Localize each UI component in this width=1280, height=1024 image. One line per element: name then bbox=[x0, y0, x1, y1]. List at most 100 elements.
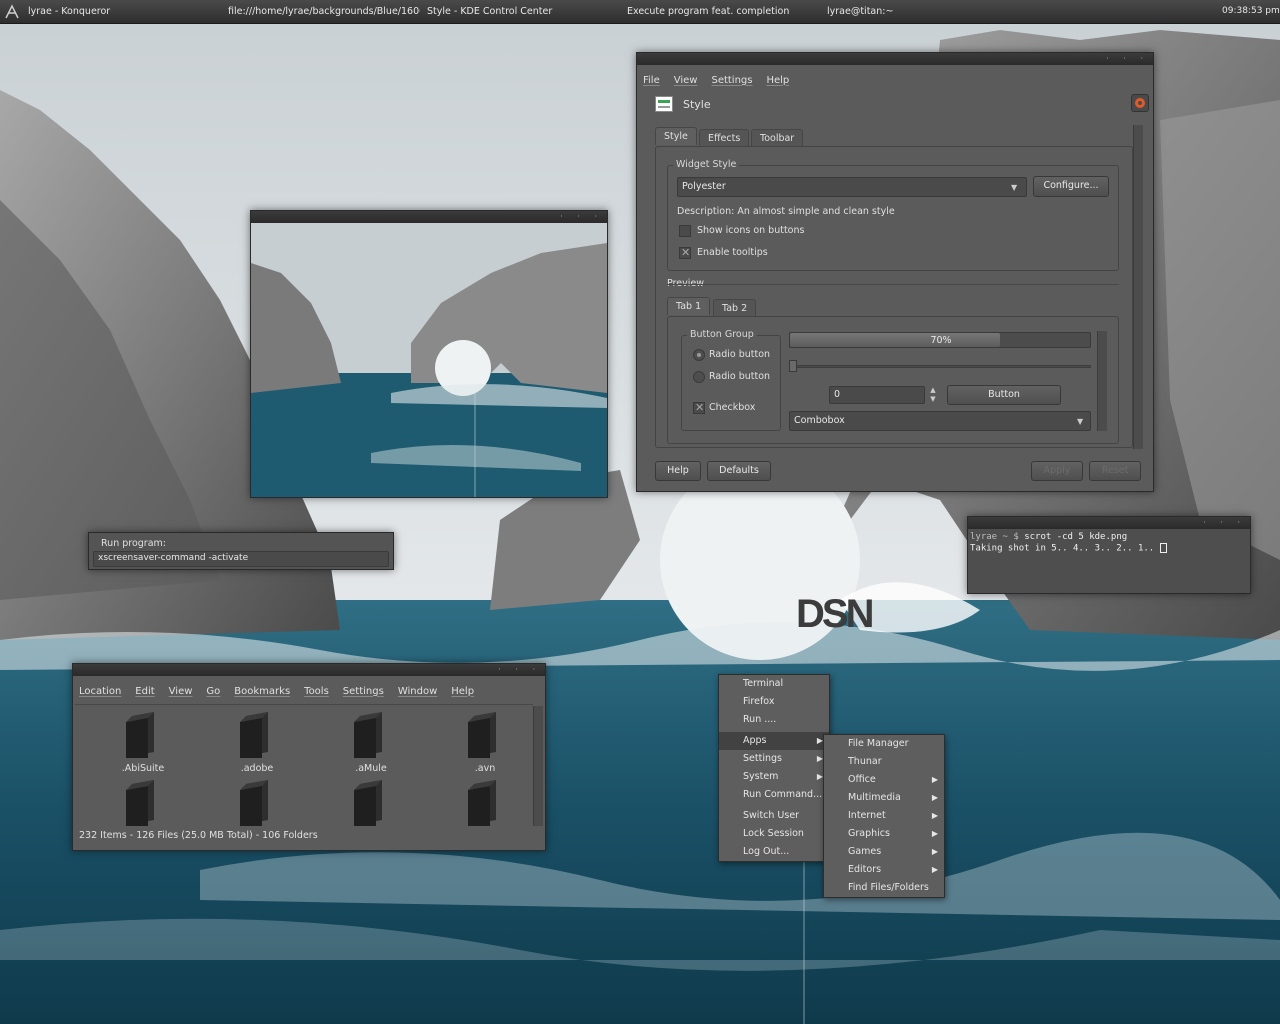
run-program-input[interactable]: xscreensaver-command -activate bbox=[93, 551, 389, 567]
menu-bookmarks[interactable]: Bookmarks bbox=[234, 686, 290, 697]
task-kde-control-center[interactable]: Style - KDE Control Center bbox=[427, 6, 617, 17]
menu-item-label: Firefox bbox=[743, 696, 775, 707]
menu-view[interactable]: View bbox=[169, 686, 193, 697]
preview-checkbox[interactable] bbox=[693, 401, 705, 414]
module-scrollbar[interactable] bbox=[1133, 125, 1143, 449]
kde-start-icon[interactable] bbox=[4, 4, 20, 20]
apps-menu-item-office[interactable]: Office ▶ bbox=[824, 771, 944, 789]
preview-checkbox-label[interactable]: Checkbox bbox=[709, 402, 755, 413]
menubar: File View Settings Help bbox=[637, 71, 1153, 89]
image-viewer-titlebar[interactable]: · · · bbox=[251, 211, 607, 223]
preview-tab-1[interactable]: Tab 1 bbox=[667, 297, 711, 315]
root-menu-item-firefox[interactable]: Firefox bbox=[719, 693, 829, 711]
preview-combobox[interactable]: Combobox bbox=[789, 411, 1091, 431]
folder-icon bbox=[240, 712, 268, 758]
menu-settings[interactable]: Settings bbox=[711, 75, 752, 86]
module-title: Style bbox=[683, 98, 711, 111]
root-menu-item-run-command[interactable]: Run Command... bbox=[719, 786, 829, 804]
menu-window[interactable]: Window bbox=[398, 686, 437, 697]
menu-item-label: Log Out... bbox=[743, 846, 790, 857]
root-menu-item-system[interactable]: System ▶ bbox=[719, 768, 829, 786]
konqueror-titlebar[interactable]: · · · bbox=[73, 664, 545, 676]
configure-button[interactable]: Configure... bbox=[1033, 176, 1109, 197]
folder-item[interactable] bbox=[455, 780, 515, 831]
folder-icon bbox=[468, 712, 496, 758]
root-menu-item-apps[interactable]: Apps ▶ bbox=[719, 732, 829, 750]
task-image-viewer[interactable]: file:///home/lyrae/backgrounds/Blue/1600… bbox=[228, 6, 420, 17]
show-icons-label[interactable]: Show icons on buttons bbox=[697, 225, 804, 236]
apps-menu-item-editors[interactable]: Editors ▶ bbox=[824, 861, 944, 879]
kde-control-center-window: · · · File View Settings Help Style Styl… bbox=[636, 52, 1154, 492]
menu-item-label: Apps bbox=[743, 735, 767, 746]
task-konqueror[interactable]: lyrae - Konqueror bbox=[28, 6, 208, 17]
defaults-button[interactable]: Defaults bbox=[707, 461, 771, 481]
menu-item-label: File Manager bbox=[848, 738, 909, 749]
spinbox-arrows[interactable]: ▲ ▼ bbox=[927, 386, 939, 404]
folder-item[interactable] bbox=[227, 780, 287, 831]
apps-menu-item-internet[interactable]: Internet ▶ bbox=[824, 807, 944, 825]
menu-tools[interactable]: Tools bbox=[304, 686, 329, 697]
menu-file[interactable]: File bbox=[643, 75, 660, 86]
enable-tooltips-checkbox[interactable] bbox=[679, 246, 691, 259]
menu-location[interactable]: Location bbox=[79, 686, 121, 697]
preview-scrollbar[interactable] bbox=[1097, 331, 1107, 431]
folder-item[interactable] bbox=[113, 780, 173, 831]
folder-item[interactable]: .adobe bbox=[227, 712, 287, 774]
root-menu-item-log-out[interactable]: Log Out... bbox=[719, 843, 829, 861]
root-menu-item-terminal[interactable]: Terminal bbox=[719, 675, 829, 693]
titlebar[interactable]: · · · bbox=[637, 53, 1153, 65]
konqueror-scrollbar[interactable] bbox=[533, 706, 543, 826]
root-menu-item-settings[interactable]: Settings ▶ bbox=[719, 750, 829, 768]
task-terminal[interactable]: lyrae@titan:~ bbox=[827, 6, 1017, 17]
tab-toolbar[interactable]: Toolbar bbox=[751, 129, 804, 147]
help-lifebuoy-icon[interactable] bbox=[1131, 94, 1149, 112]
enable-tooltips-label[interactable]: Enable tooltips bbox=[697, 247, 768, 258]
menu-help[interactable]: Help bbox=[451, 686, 474, 697]
widget-style-select[interactable]: Polyester bbox=[677, 177, 1027, 197]
terminal-content[interactable]: lyrae ~ $ scrot -cd 5 kde.png Taking sho… bbox=[970, 532, 1167, 555]
menu-go[interactable]: Go bbox=[206, 686, 220, 697]
reset-button[interactable]: Reset bbox=[1089, 461, 1141, 481]
tab-style[interactable]: Style bbox=[655, 127, 697, 145]
apps-menu-item-find-files-folders[interactable]: Find Files/Folders bbox=[824, 879, 944, 897]
menu-edit[interactable]: Edit bbox=[135, 686, 154, 697]
folder-item[interactable]: .AbiSuite bbox=[113, 712, 173, 774]
button-group-label: Button Group bbox=[687, 329, 757, 340]
folder-name: .avn bbox=[474, 763, 496, 774]
run-program-label: Run program: bbox=[101, 538, 166, 549]
help-button[interactable]: Help bbox=[655, 461, 701, 481]
apps-menu-item-multimedia[interactable]: Multimedia ▶ bbox=[824, 789, 944, 807]
combobox-chevron-down-icon[interactable]: ▼ bbox=[1077, 417, 1083, 426]
tab-effects[interactable]: Effects bbox=[699, 129, 750, 147]
spinbox[interactable]: 0 bbox=[829, 386, 925, 404]
chevron-down-icon[interactable]: ▼ bbox=[1011, 183, 1017, 192]
apps-menu-item-graphics[interactable]: Graphics ▶ bbox=[824, 825, 944, 843]
terminal-titlebar[interactable]: · · · bbox=[968, 517, 1250, 529]
radio-button-2[interactable] bbox=[693, 371, 705, 383]
folder-item[interactable]: .aMule bbox=[341, 712, 401, 774]
task-run-dialog[interactable]: Execute program feat. completion bbox=[627, 6, 817, 17]
menu-settings[interactable]: Settings bbox=[343, 686, 384, 697]
folder-item[interactable]: .avn bbox=[455, 712, 515, 774]
slider-handle[interactable] bbox=[789, 360, 797, 372]
folder-item[interactable] bbox=[341, 780, 401, 831]
root-menu-item-lock-session[interactable]: Lock Session bbox=[719, 825, 829, 843]
chevron-right-icon: ▶ bbox=[931, 847, 938, 856]
preview-tab-2[interactable]: Tab 2 bbox=[713, 299, 757, 317]
show-icons-checkbox[interactable] bbox=[679, 225, 691, 237]
radio-button-1[interactable] bbox=[693, 349, 705, 361]
root-menu-item-run[interactable]: Run .... bbox=[719, 711, 829, 729]
menu-help[interactable]: Help bbox=[766, 75, 789, 86]
menu-item-label: Multimedia bbox=[848, 792, 901, 803]
root-menu-item-switch-user[interactable]: Switch User bbox=[719, 807, 829, 825]
preview-button[interactable]: Button bbox=[947, 385, 1061, 405]
radio-button-2-label[interactable]: Radio button bbox=[709, 371, 770, 382]
apply-button[interactable]: Apply bbox=[1031, 461, 1083, 481]
apps-menu-item-games[interactable]: Games ▶ bbox=[824, 843, 944, 861]
apps-menu-item-thunar[interactable]: Thunar bbox=[824, 753, 944, 771]
menu-view[interactable]: View bbox=[674, 75, 698, 86]
menu-item-label: Settings bbox=[743, 753, 782, 764]
apps-menu-item-file-manager[interactable]: File Manager bbox=[824, 735, 944, 753]
preview-slider[interactable] bbox=[789, 360, 1091, 372]
radio-button-1-label[interactable]: Radio button bbox=[709, 349, 770, 360]
